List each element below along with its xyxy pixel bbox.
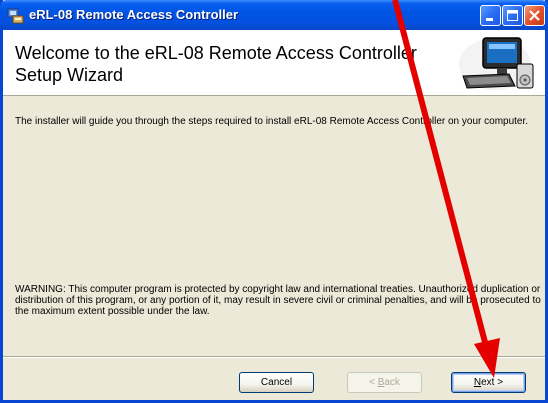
back-prefix: < <box>369 377 378 388</box>
button-divider <box>3 356 545 358</box>
title-bar[interactable]: eRL-08 Remote Access Controller <box>0 0 548 30</box>
next-label: ext <box>481 377 495 388</box>
next-button[interactable]: Next > <box>451 372 526 393</box>
close-icon <box>529 10 540 21</box>
page-title: Welcome to the eRL-08 Remote Access Cont… <box>15 43 417 85</box>
maximize-icon <box>507 10 518 21</box>
cancel-button[interactable]: Cancel <box>239 372 314 393</box>
copyright-warning: WARNING: This computer program is protec… <box>15 284 541 317</box>
back-button[interactable]: < Back <box>347 372 422 393</box>
back-label: ack <box>384 377 400 388</box>
minimize-icon <box>486 18 493 21</box>
cancel-label: Cancel <box>260 377 293 388</box>
minimize-button[interactable] <box>480 5 501 26</box>
next-suffix: > <box>494 377 504 388</box>
setup-wizard-window: eRL-08 Remote Access Controller Welcome … <box>0 0 548 403</box>
installer-icon <box>7 8 24 24</box>
wizard-header: Welcome to the eRL-08 Remote Access Cont… <box>3 30 545 96</box>
maximize-button[interactable] <box>502 5 523 26</box>
intro-text: The installer will guide you through the… <box>15 116 529 127</box>
computer-icon <box>459 37 534 90</box>
window-title: eRL-08 Remote Access Controller <box>29 7 239 22</box>
close-button[interactable] <box>524 5 545 26</box>
